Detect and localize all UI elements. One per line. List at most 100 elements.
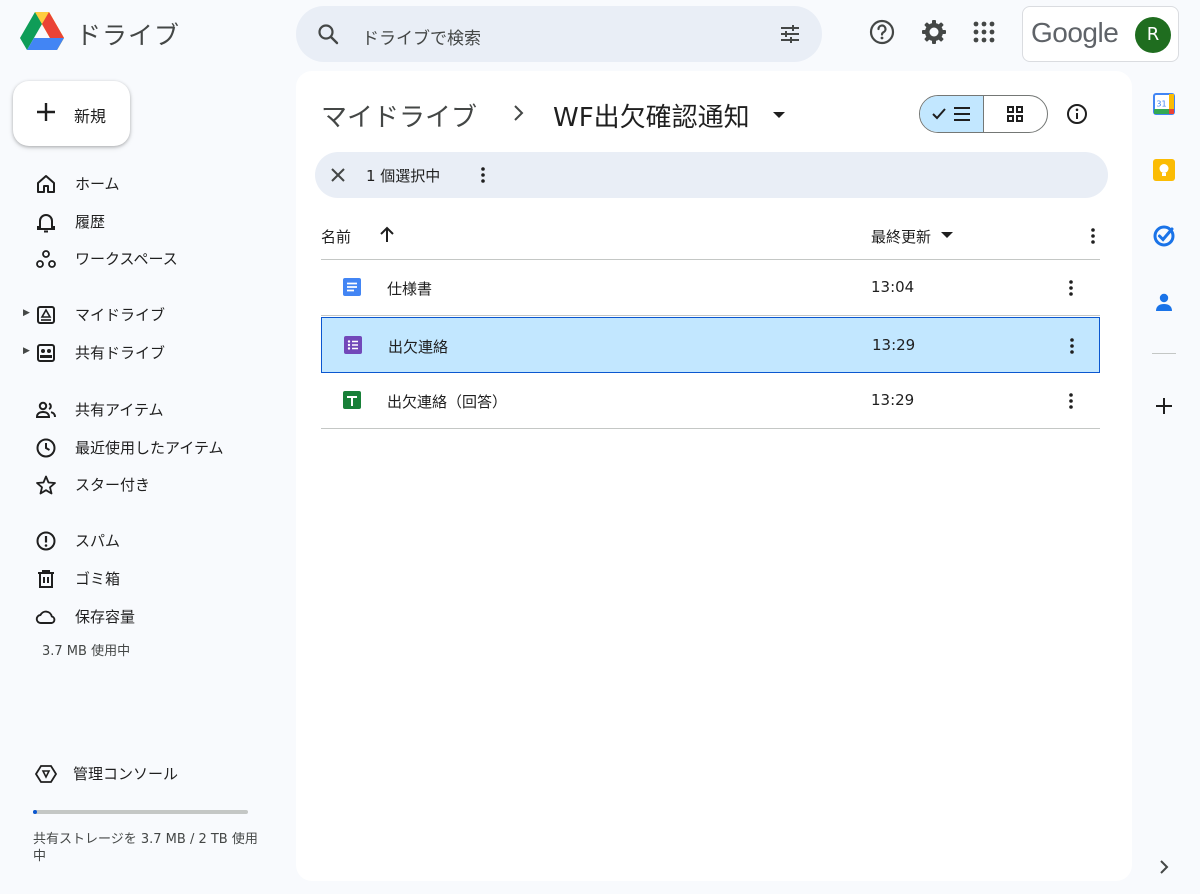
docs-file-icon — [343, 278, 361, 296]
more-vert-icon[interactable] — [1062, 336, 1082, 356]
sheets-file-icon — [343, 391, 361, 409]
divider — [1152, 353, 1176, 354]
column-header-name[interactable]: 名前 — [321, 226, 351, 247]
sidebar-item-spam[interactable]: スパム — [0, 522, 280, 558]
sidebar-item-recent[interactable]: 最近使用したアイテム — [0, 429, 280, 465]
apps-grid-icon[interactable] — [970, 18, 998, 46]
sidebar-item-label: ワークスペース — [75, 250, 178, 268]
search-icon[interactable] — [316, 22, 340, 46]
people-icon — [35, 401, 56, 418]
plus-icon — [37, 103, 55, 121]
expand-caret-icon[interactable]: ▶ — [23, 346, 30, 356]
file-modified: 13:29 — [872, 336, 916, 354]
grid-view-icon — [1007, 106, 1023, 122]
file-modified: 13:04 — [871, 278, 915, 296]
help-icon[interactable] — [868, 18, 896, 46]
arrow-up-icon[interactable] — [379, 226, 395, 244]
trash-icon — [38, 570, 54, 588]
more-vert-icon[interactable] — [1083, 226, 1103, 246]
info-icon[interactable] — [1066, 103, 1088, 125]
drive-logo — [20, 12, 64, 50]
sidebar-item-label: 共有アイテム — [75, 401, 164, 419]
calendar-icon[interactable]: 31 — [1152, 92, 1176, 116]
sidebar-item-my-drive[interactable]: ▶ マイドライブ — [0, 296, 280, 332]
dropdown-arrow-icon[interactable] — [772, 111, 786, 119]
sidebar-item-admin-console[interactable]: 管理コンソール — [0, 755, 280, 791]
file-row[interactable]: 出欠連絡（回答） 13:29 — [321, 373, 1100, 429]
workspaces-icon — [36, 250, 56, 268]
admin-console-icon — [35, 765, 57, 783]
file-name: 出欠連絡（回答） — [387, 393, 508, 411]
list-view-button[interactable] — [920, 96, 984, 132]
avatar[interactable]: R — [1135, 17, 1171, 53]
storage-progress-fill — [33, 810, 38, 814]
sidebar-item-starred[interactable]: スター付き — [0, 466, 280, 502]
tasks-icon[interactable] — [1152, 224, 1176, 248]
home-icon — [37, 175, 55, 193]
sidebar-item-shared-with-me[interactable]: 共有アイテム — [0, 391, 280, 427]
forms-file-icon — [344, 336, 362, 354]
selection-toolbar: 1 個選択中 — [315, 152, 1108, 198]
sidebar-item-trash[interactable]: ゴミ箱 — [0, 560, 280, 596]
keep-icon[interactable] — [1152, 158, 1176, 182]
file-modified: 13:29 — [871, 391, 915, 409]
file-row-selected[interactable]: 出欠連絡 13:29 — [321, 317, 1100, 373]
star-icon — [36, 475, 56, 495]
breadcrumb-root[interactable]: マイドライブ — [321, 97, 477, 134]
column-header-modified[interactable]: 最終更新 — [871, 226, 931, 247]
expand-caret-icon[interactable]: ▶ — [23, 308, 30, 318]
breadcrumb-current-folder[interactable]: WF出欠確認通知 — [553, 97, 750, 134]
file-list-header: 名前 最終更新 — [321, 218, 1100, 260]
new-button[interactable]: 新規 — [13, 81, 130, 146]
dropdown-arrow-icon[interactable] — [941, 232, 953, 239]
search-bar[interactable]: ドライブで検索 — [296, 6, 822, 62]
main-panel: マイドライブ WF出欠確認通知 1 個選択中 名前 最終更新 仕様書 13:04… — [296, 71, 1132, 881]
more-vert-icon[interactable] — [1061, 278, 1081, 298]
search-options-icon[interactable] — [778, 22, 802, 46]
view-toggle — [919, 95, 1048, 133]
search-input[interactable]: ドライブで検索 — [362, 24, 481, 49]
sidebar-item-activity[interactable]: 履歴 — [0, 203, 280, 239]
shared-drives-icon — [37, 344, 55, 362]
storage-used-text: 3.7 MB 使用中 — [42, 644, 131, 659]
sidebar-item-label: 履歴 — [75, 213, 106, 231]
file-row[interactable]: 仕様書 13:04 — [321, 260, 1100, 316]
cloud-icon — [35, 610, 56, 624]
file-name: 仕様書 — [387, 280, 433, 298]
file-name: 出欠連絡 — [388, 338, 449, 356]
my-drive-icon — [37, 306, 55, 324]
sidebar-item-label: 最近使用したアイテム — [75, 439, 224, 457]
sidebar-item-label: ホーム — [75, 175, 120, 193]
sidebar-item-label: 保存容量 — [75, 608, 136, 626]
account-switcher[interactable]: Google R — [1022, 6, 1179, 62]
sidebar-item-storage[interactable]: 保存容量 — [0, 598, 280, 634]
grid-view-button[interactable] — [984, 96, 1047, 132]
storage-progress-bar — [33, 810, 248, 814]
contacts-icon[interactable] — [1152, 290, 1176, 314]
sidebar-item-label: スター付き — [75, 476, 151, 494]
sidebar-item-label: スパム — [75, 532, 121, 550]
add-addon-icon[interactable] — [1152, 394, 1176, 418]
spam-icon — [36, 531, 56, 551]
more-vert-icon[interactable] — [473, 165, 493, 185]
close-icon[interactable] — [329, 166, 347, 184]
selection-count: 1 個選択中 — [366, 167, 441, 185]
app-name[interactable]: ドライブ — [76, 16, 180, 52]
bell-icon — [37, 214, 55, 233]
chevron-right-icon[interactable] — [1152, 855, 1176, 879]
clock-icon — [36, 438, 56, 458]
shared-storage-text: 共有ストレージを 3.7 MB / 2 TB 使用中 — [33, 832, 258, 864]
sidebar-item-label: 共有ドライブ — [75, 344, 166, 362]
sidebar-item-label: マイドライブ — [75, 306, 166, 324]
new-button-label: 新規 — [74, 107, 107, 126]
google-wordmark: Google — [1031, 17, 1119, 48]
sidebar-item-label: 管理コンソール — [73, 765, 179, 783]
list-view-icon — [932, 107, 970, 121]
sidebar-item-shared-drives[interactable]: ▶ 共有ドライブ — [0, 334, 280, 370]
sidebar-item-label: ゴミ箱 — [75, 570, 121, 588]
sidebar-item-workspaces[interactable]: ワークスペース — [0, 240, 280, 276]
more-vert-icon[interactable] — [1061, 391, 1081, 411]
settings-icon[interactable] — [920, 18, 948, 46]
sidebar-item-home[interactable]: ホーム — [0, 165, 280, 201]
calendar-day: 31 — [1156, 100, 1166, 109]
